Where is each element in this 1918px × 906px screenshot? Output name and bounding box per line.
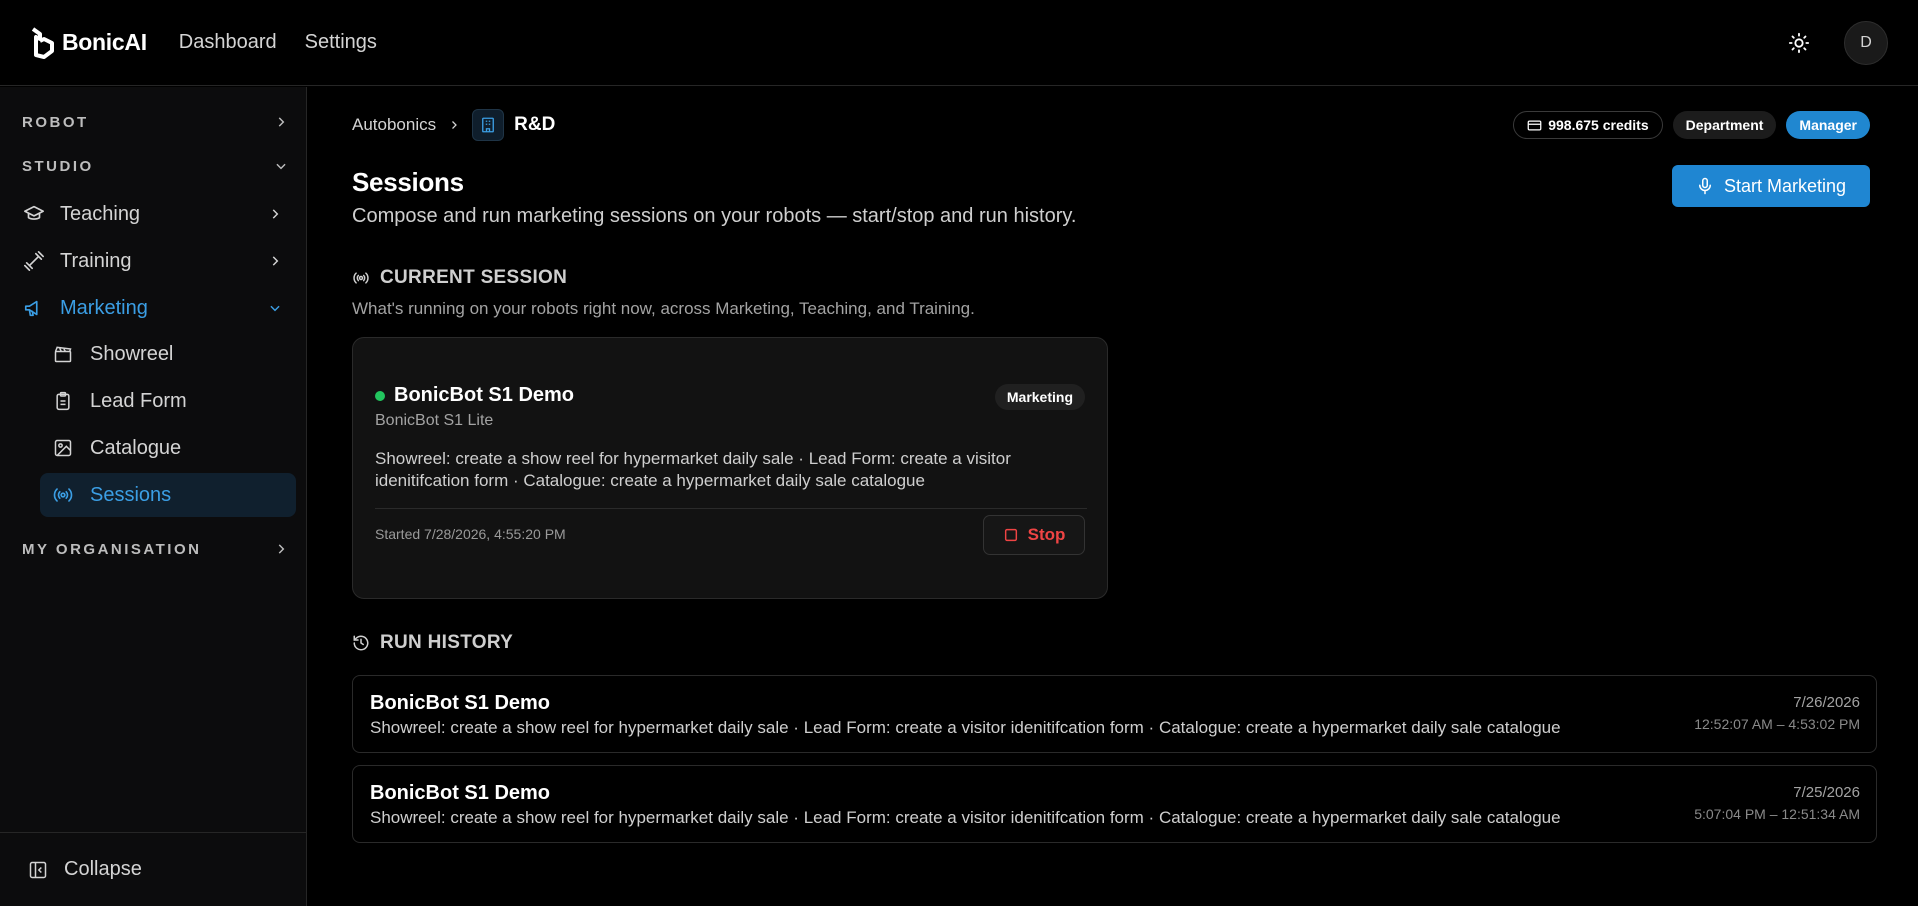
sidebar-item-label: Lead Form (90, 389, 187, 412)
session-started-time: Started 7/28/2026, 4:55:20 PM (375, 526, 566, 542)
sidebar: ROBOT STUDIO Teaching Training Marketing… (0, 87, 307, 906)
start-marketing-button[interactable]: Start Marketing (1672, 165, 1870, 207)
app-logo[interactable]: BonicAI (30, 26, 147, 59)
chevron-down-icon (270, 305, 280, 312)
sidebar-section-my-organisation[interactable]: MY ORGANISATION (22, 537, 288, 561)
current-session-description: What's running on your robots right now,… (352, 299, 975, 318)
stop-square-icon (1003, 527, 1019, 543)
sidebar-section-label: MY ORGANISATION (22, 540, 202, 558)
section-heading-text: RUN HISTORY (380, 632, 514, 653)
sidebar-item-training[interactable]: Training (22, 241, 288, 281)
run-history-item[interactable]: BonicBot S1 Demo Showreel: create a show… (352, 675, 1877, 753)
chevron-right-icon (278, 117, 285, 127)
sidebar-item-label: Catalogue (90, 436, 182, 459)
sun-icon (1788, 32, 1810, 53)
current-session-card: BonicBot S1 Demo BonicBot S1 Lite Market… (352, 337, 1108, 599)
collapse-sidebar-button[interactable]: Collapse (0, 832, 306, 906)
breadcrumb-current: R&D (514, 114, 556, 135)
sidebar-item-sessions[interactable]: Sessions (40, 473, 296, 517)
clipboard-icon (52, 390, 74, 412)
sidebar-item-teaching[interactable]: Teaching (22, 194, 288, 234)
section-heading-text: CURRENT SESSION (380, 267, 568, 288)
sidebar-item-marketing[interactable]: Marketing (22, 288, 288, 328)
department-badge: Department (1672, 111, 1777, 139)
nav-dashboard[interactable]: Dashboard (179, 31, 277, 54)
divider (375, 508, 1087, 509)
sidebar-item-label: Showreel (90, 342, 174, 365)
nav-settings[interactable]: Settings (305, 31, 377, 54)
user-avatar[interactable]: D (1844, 20, 1888, 65)
chevron-right-icon (272, 209, 279, 219)
sidebar-item-label: Teaching (60, 202, 141, 225)
sidebar-section-label: ROBOT (22, 113, 89, 131)
robot-name-text: BonicBot S1 Demo (394, 384, 575, 406)
sidebar-item-label: Marketing (60, 296, 148, 319)
run-history-item[interactable]: BonicBot S1 Demo Showreel: create a show… (352, 765, 1877, 843)
dumbbell-icon (22, 249, 46, 273)
run-date: 7/26/2026 (1793, 694, 1860, 711)
stop-session-button[interactable]: Stop (983, 515, 1085, 555)
history-icon (352, 634, 370, 652)
breadcrumb-org[interactable]: Autobonics (352, 115, 436, 135)
run-details: Showreel: create a show reel for hyperma… (370, 808, 1561, 827)
sidebar-item-label: Training (60, 249, 132, 272)
chevron-down-icon (276, 163, 286, 170)
breadcrumb: Autobonics R&D (352, 109, 555, 141)
run-robot-name: BonicBot S1 Demo (370, 782, 551, 804)
run-time-range: 5:07:04 PM – 12:51:34 AM (1694, 806, 1860, 822)
run-robot-name: BonicBot S1 Demo (370, 692, 551, 714)
collapse-label: Collapse (64, 858, 142, 880)
graduation-cap-icon (22, 202, 46, 226)
image-icon (52, 437, 74, 459)
sidebar-item-label: Sessions (90, 483, 172, 506)
session-robot-model: BonicBot S1 Lite (375, 412, 494, 429)
radio-icon (352, 269, 370, 287)
session-details: Showreel: create a show reel for hyperma… (375, 449, 1011, 490)
sidebar-section-label: STUDIO (22, 157, 94, 175)
stop-label: Stop (1027, 525, 1066, 544)
run-history-heading: RUN HISTORY (352, 632, 513, 654)
sidebar-section-studio[interactable]: STUDIO (22, 154, 288, 178)
sidebar-item-lead-form[interactable]: Lead Form (40, 379, 296, 423)
chevron-right-icon (278, 544, 285, 554)
sidebar-item-catalogue[interactable]: Catalogue (40, 426, 296, 470)
status-dot (375, 390, 385, 401)
credit-card-icon (1527, 118, 1542, 133)
account-badges: 998.675 credits Department Manager (1513, 111, 1870, 139)
radio-icon (52, 484, 74, 506)
sidebar-item-showreel[interactable]: Showreel (40, 332, 296, 376)
run-time-range: 12:52:07 AM – 4:53:02 PM (1694, 716, 1860, 732)
microphone-icon (1696, 177, 1714, 195)
credits-text: 998.675 credits (1548, 117, 1649, 133)
role-badge: Manager (1786, 111, 1870, 139)
bonicai-logo-icon (31, 26, 54, 59)
start-marketing-label: Start Marketing (1723, 175, 1847, 196)
theme-toggle-button[interactable] (1784, 28, 1814, 58)
app-name: BonicAI (62, 29, 147, 55)
main-content: Autobonics R&D 998.675 credits Departmen… (308, 87, 1918, 906)
page-title: Sessions (352, 167, 464, 197)
run-details: Showreel: create a show reel for hyperma… (370, 718, 1561, 737)
chevron-right-icon (448, 119, 460, 131)
clapperboard-icon (52, 343, 74, 365)
credits-badge: 998.675 credits (1513, 111, 1663, 139)
current-session-heading: CURRENT SESSION (352, 267, 567, 289)
page-subtitle: Compose and run marketing sessions on yo… (352, 205, 1077, 227)
run-date: 7/25/2026 (1793, 784, 1860, 801)
chevron-right-icon (272, 256, 279, 266)
megaphone-icon (22, 296, 46, 320)
session-type-badge: Marketing (994, 384, 1085, 410)
panel-left-icon (28, 860, 48, 880)
top-bar: BonicAI Dashboard Settings D (0, 0, 1918, 86)
building-icon (472, 109, 505, 141)
sidebar-section-robot[interactable]: ROBOT (22, 110, 288, 134)
session-robot-name: BonicBot S1 Demo (375, 384, 574, 407)
top-nav: Dashboard Settings (179, 31, 377, 54)
